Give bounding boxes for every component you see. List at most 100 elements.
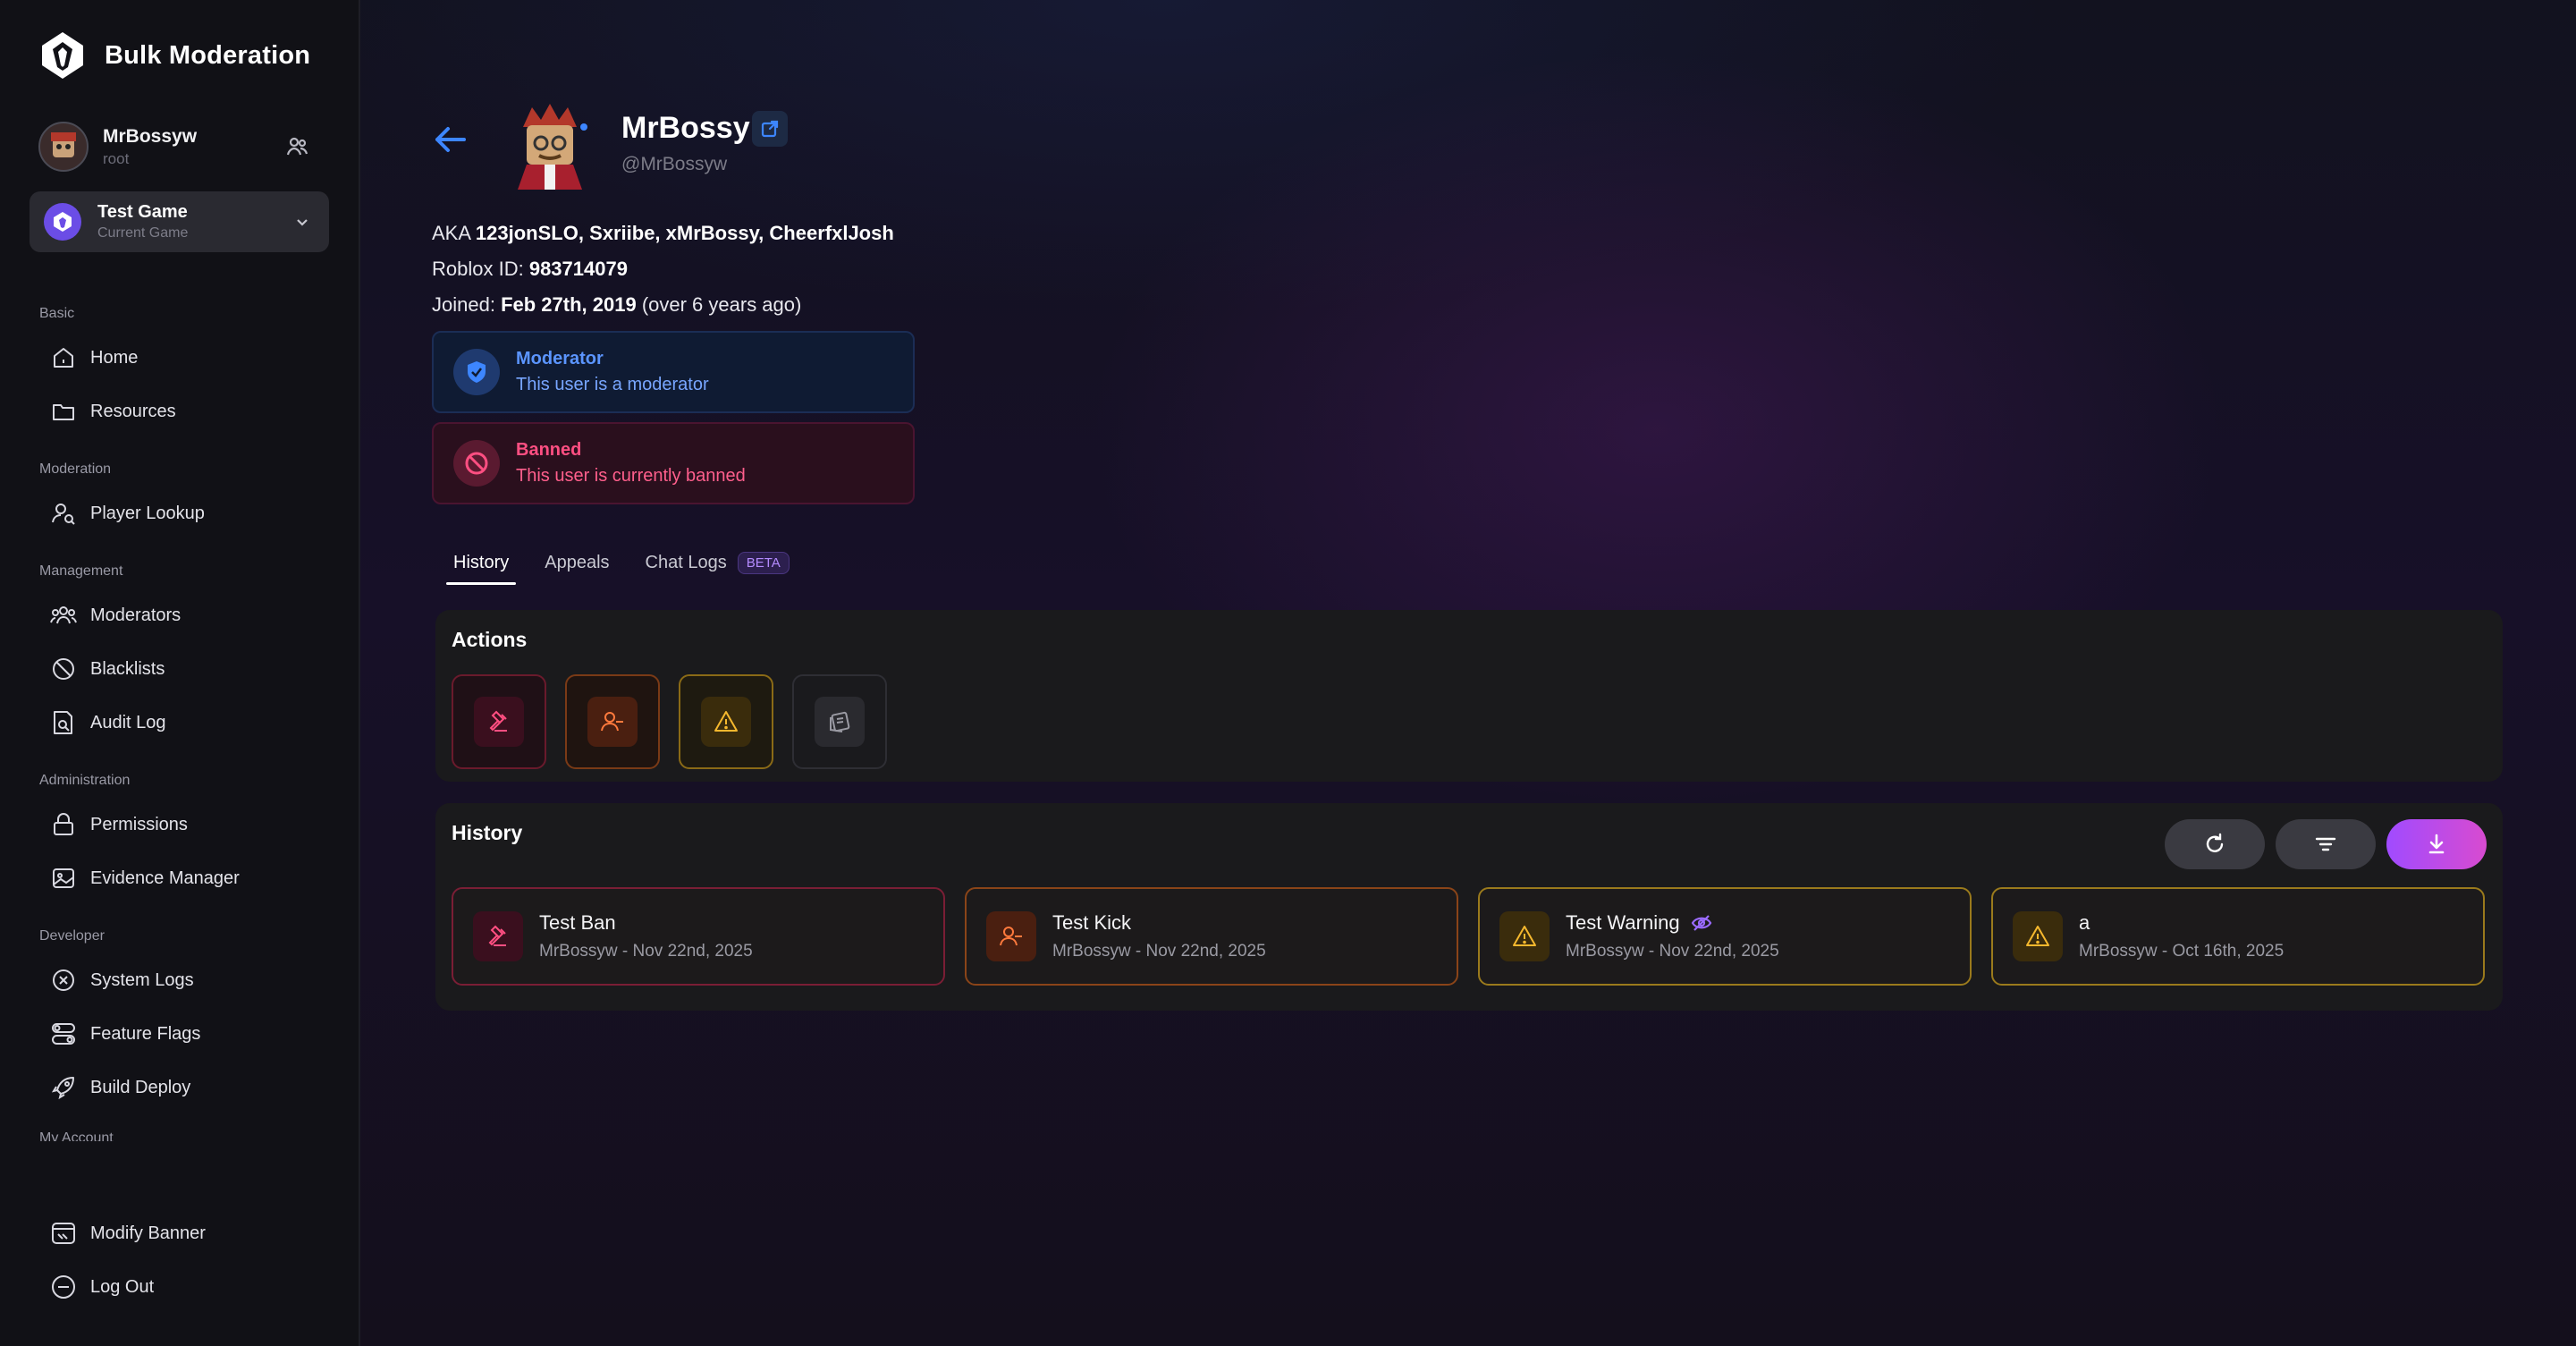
banned-status-card: Banned This user is currently banned	[432, 422, 915, 504]
users-icon	[49, 601, 78, 630]
sidebar-item-label: Feature Flags	[90, 1023, 201, 1044]
sidebar-item-log-out[interactable]: Log Out	[49, 1264, 206, 1310]
switch-account-icon[interactable]	[283, 131, 313, 162]
user-role: root	[103, 149, 130, 167]
history-panel: History Test Ban MrBossyw - Nov 22nd, 20…	[435, 803, 2503, 1011]
sidebar-item-evidence-manager[interactable]: Evidence Manager	[49, 855, 329, 902]
history-controls	[2165, 819, 2487, 869]
sidebar-item-label: Home	[90, 347, 139, 368]
user-minus-icon	[587, 697, 638, 747]
avatar-image-icon	[51, 132, 76, 157]
history-entry[interactable]: Test Kick MrBossyw - Nov 22nd, 2025	[965, 887, 1458, 986]
folder-icon	[49, 397, 78, 426]
current-user[interactable]: MrBossyw root	[38, 120, 329, 174]
moderator-status-card: Moderator This user is a moderator	[432, 331, 915, 413]
toggles-icon	[49, 1020, 78, 1048]
sidebar-item-permissions[interactable]: Permissions	[49, 801, 329, 848]
warning-icon	[1499, 911, 1550, 961]
filter-button[interactable]	[2276, 819, 2376, 869]
user-name: MrBossyw	[103, 125, 198, 147]
history-entry-title: Test Warning	[1566, 911, 1779, 935]
gavel-icon	[473, 911, 523, 961]
main-content: MrBossy @MrBossyw AKA 123jonSLO, Sxriibe…	[360, 0, 2576, 1346]
section-label-moderation: Moderation	[39, 461, 112, 477]
aka-names: 123jonSLO, Sxriibe, xMrBossy, CheerfxlJo…	[475, 222, 894, 244]
history-entry[interactable]: a MrBossyw - Oct 16th, 2025	[1991, 887, 2485, 986]
sidebar-item-moderators[interactable]: Moderators	[49, 592, 329, 639]
notes-icon	[815, 697, 865, 747]
kick-action-button[interactable]	[565, 674, 660, 769]
game-selector[interactable]: Test Game Current Game	[30, 191, 329, 252]
status-text: Moderator This user is a moderator	[516, 349, 709, 395]
history-entry-subtitle: MrBossyw - Nov 22nd, 2025	[1566, 942, 1779, 961]
warn-action-button[interactable]	[679, 674, 773, 769]
sidebar-item-label: Modify Banner	[90, 1223, 206, 1243]
banned-status-title: Banned	[516, 440, 582, 460]
sidebar-item-label: Resources	[90, 401, 176, 421]
sidebar-item-player-lookup[interactable]: Player Lookup	[49, 490, 329, 537]
tab-chat-logs[interactable]: Chat Logs BETA	[638, 544, 797, 581]
moderator-status-title: Moderator	[516, 349, 604, 368]
avatar	[38, 122, 89, 172]
sidebar-item-label: Build Deploy	[90, 1077, 191, 1097]
history-entry-title: Test Ban	[539, 911, 753, 935]
home-icon	[49, 343, 78, 372]
refresh-button[interactable]	[2165, 819, 2265, 869]
sidebar-item-label: Player Lookup	[90, 503, 205, 523]
sidebar-item-system-logs[interactable]: System Logs	[49, 957, 329, 1003]
sidebar-item-label: Evidence Manager	[90, 868, 240, 888]
profile-display-name: MrBossy	[621, 111, 750, 145]
history-entry[interactable]: Test Warning MrBossyw - Nov 22nd, 2025	[1478, 887, 1972, 986]
app-root: Bulk Moderation MrBossyw root Test Game …	[0, 0, 2576, 1346]
chevron-down-icon[interactable]	[290, 209, 315, 234]
joined-label: Joined:	[432, 293, 502, 316]
roblox-id-value: 983714079	[528, 258, 628, 280]
game-logo-icon	[44, 203, 81, 241]
user-search-icon	[49, 499, 78, 528]
sidebar-item-home[interactable]: Home	[49, 334, 329, 381]
tab-appeals[interactable]: Appeals	[537, 544, 616, 581]
sidebar-item-blacklists[interactable]: Blacklists	[49, 646, 329, 692]
refresh-icon	[2206, 833, 2224, 852]
actions-title: Actions	[452, 628, 528, 651]
external-link-icon[interactable]	[752, 111, 788, 147]
history-entry-title-text: Test Warning	[1566, 911, 1680, 934]
note-action-button[interactable]	[792, 674, 887, 769]
logout-icon	[49, 1273, 78, 1301]
profile-avatar-image-icon	[518, 104, 587, 190]
joined-relative: (over 6 years ago)	[636, 293, 802, 316]
sidebar-item-feature-flags[interactable]: Feature Flags	[49, 1011, 329, 1057]
sidebar-item-resources[interactable]: Resources	[49, 388, 329, 435]
sidebar-item-modify-banner[interactable]: Modify Banner	[49, 1210, 206, 1257]
ban-icon	[49, 655, 78, 683]
user-meta: MrBossyw root	[103, 126, 283, 168]
download-button[interactable]	[2386, 819, 2487, 869]
sidebar-item-label: Blacklists	[90, 658, 165, 679]
roblox-id-line: Roblox ID: 983714079	[432, 258, 628, 281]
tab-history[interactable]: History	[446, 544, 517, 585]
gavel-icon	[474, 697, 524, 747]
brand[interactable]: Bulk Moderation	[37, 27, 329, 84]
back-arrow-icon[interactable]	[432, 122, 469, 157]
section-label-basic: Basic	[39, 306, 75, 321]
lock-icon	[49, 810, 78, 839]
profile-handle: @MrBossyw	[621, 154, 728, 174]
history-entry[interactable]: Test Ban MrBossyw - Nov 22nd, 2025	[452, 887, 945, 986]
section-label-my-account: My Account	[39, 1130, 114, 1141]
game-meta: Test Game Current Game	[97, 202, 290, 241]
section-label-developer: Developer	[39, 928, 105, 944]
sidebar-item-build-deploy[interactable]: Build Deploy	[49, 1064, 329, 1111]
aka-line: AKA 123jonSLO, Sxriibe, xMrBossy, Cheerf…	[432, 222, 894, 245]
sidebar: Bulk Moderation MrBossyw root Test Game …	[0, 0, 360, 1346]
sidebar-item-audit-log[interactable]: Audit Log	[49, 699, 329, 746]
x-circle-icon	[49, 966, 78, 995]
download-icon	[2428, 834, 2445, 854]
sidebar-item-label: System Logs	[90, 969, 194, 990]
history-entry-text: a MrBossyw - Oct 16th, 2025	[2079, 911, 2284, 961]
section-label-administration: Administration	[39, 773, 131, 788]
sidebar-item-label: Moderators	[90, 605, 182, 625]
filter-icon	[2315, 837, 2336, 851]
history-entry-text: Test Ban MrBossyw - Nov 22nd, 2025	[539, 911, 753, 961]
ban-action-button[interactable]	[452, 674, 546, 769]
profile-tabs: History Appeals Chat Logs BETA	[446, 544, 818, 585]
